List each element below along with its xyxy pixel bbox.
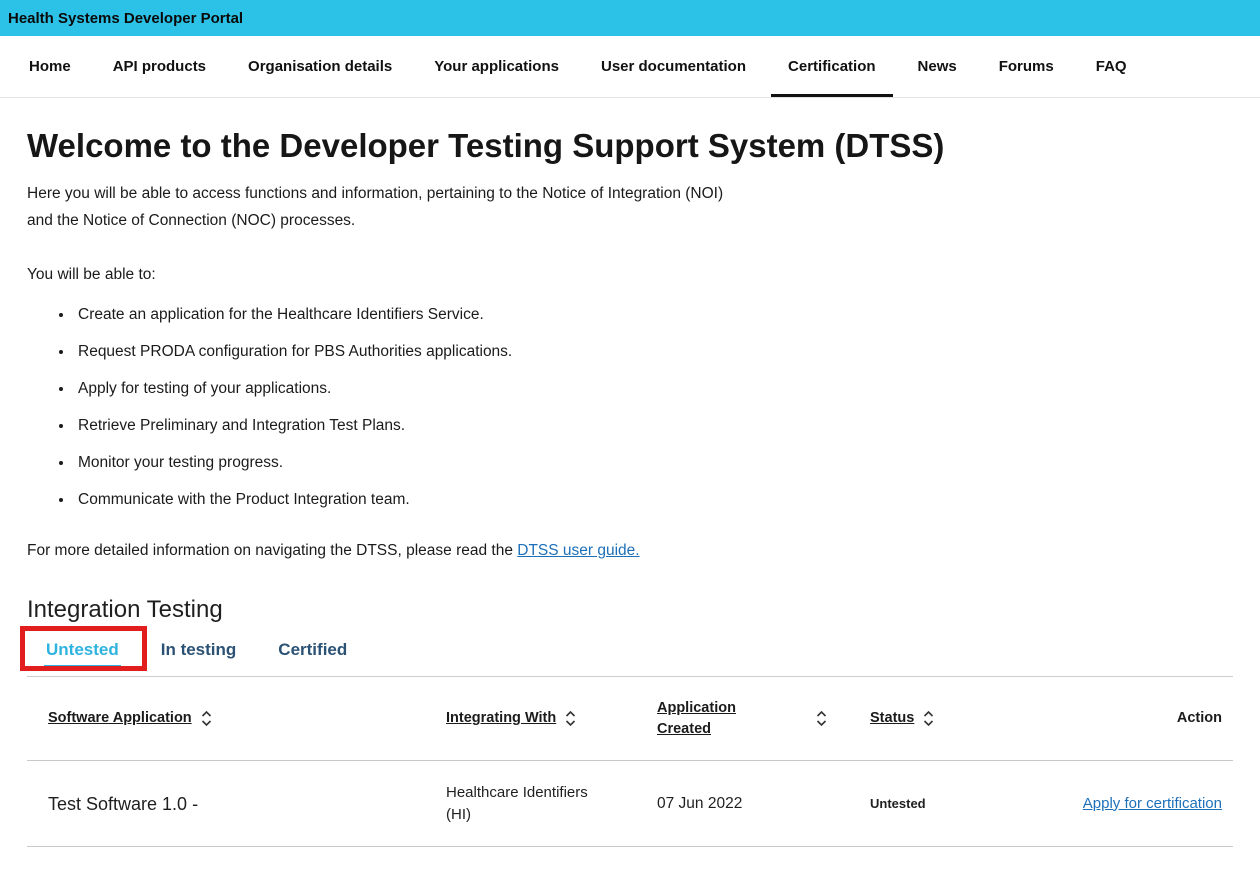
column-label: Application Created <box>657 698 751 740</box>
nav-item-faq[interactable]: FAQ <box>1094 36 1129 97</box>
sort-icon[interactable] <box>923 710 934 727</box>
apply-for-certification-link[interactable]: Apply for certification <box>1083 795 1222 812</box>
nav-item-certification[interactable]: Certification <box>786 36 878 97</box>
tab-untested[interactable]: Untested <box>44 640 121 668</box>
sort-icon[interactable] <box>201 710 212 727</box>
capabilities-list: Create an application for the Healthcare… <box>27 304 1233 510</box>
nav-item-news[interactable]: News <box>916 36 959 97</box>
nav-item-your-applications[interactable]: Your applications <box>432 36 561 97</box>
capabilities-heading: You will be able to: <box>27 262 1233 288</box>
sort-icon[interactable] <box>565 710 576 727</box>
page-title: Welcome to the Developer Testing Support… <box>27 126 1233 166</box>
guide-paragraph: For more detailed information on navigat… <box>27 538 1233 564</box>
sort-icon[interactable] <box>816 710 827 727</box>
column-label: Status <box>870 708 914 729</box>
capability-item: Monitor your testing progress. <box>74 452 1233 473</box>
capability-item: Retrieve Preliminary and Integration Tes… <box>74 415 1233 436</box>
cell-status: Untested <box>843 793 1046 815</box>
column-label: Action <box>1177 708 1222 729</box>
portal-title: Health Systems Developer Portal <box>8 10 243 27</box>
cell-action: Apply for certification <box>1046 793 1233 815</box>
guide-text: For more detailed information on navigat… <box>27 542 517 559</box>
column-header-software-application[interactable]: Software Application <box>27 708 419 729</box>
tab-in-testing[interactable]: In testing <box>159 640 239 668</box>
capability-item: Create an application for the Healthcare… <box>74 304 1233 325</box>
nav-item-forums[interactable]: Forums <box>997 36 1056 97</box>
cell-application-created: 07 Jun 2022 <box>630 793 843 815</box>
tab-certified[interactable]: Certified <box>276 640 349 668</box>
capability-item: Apply for testing of your applications. <box>74 378 1233 399</box>
nav-item-api-products[interactable]: API products <box>111 36 208 97</box>
integration-testing-heading: Integration Testing <box>27 594 1233 626</box>
cell-software-application: Test Software 1.0 - <box>27 793 419 815</box>
column-label: Software Application <box>48 708 192 729</box>
capability-item: Request PRODA configuration for PBS Auth… <box>74 341 1233 362</box>
nav-item-user-documentation[interactable]: User documentation <box>599 36 748 97</box>
nav-item-organisation-details[interactable]: Organisation details <box>246 36 394 97</box>
integration-tabs: Untested In testing Certified <box>27 640 1233 677</box>
column-header-integrating-with[interactable]: Integrating With <box>419 708 630 729</box>
dtss-user-guide-link[interactable]: DTSS user guide. <box>517 542 639 559</box>
column-header-status[interactable]: Status <box>843 708 1046 729</box>
applications-table: Software Application Integrating With Ap… <box>27 677 1233 847</box>
capability-item: Communicate with the Product Integration… <box>74 489 1233 510</box>
main-navigation: Home API products Organisation details Y… <box>0 36 1260 98</box>
table-header-row: Software Application Integrating With Ap… <box>27 677 1233 761</box>
top-bar: Health Systems Developer Portal <box>0 0 1260 36</box>
annotation-rectangle <box>20 626 147 671</box>
page-content: Welcome to the Developer Testing Support… <box>0 126 1260 847</box>
column-header-action: Action <box>1046 708 1233 729</box>
column-label: Integrating With <box>446 708 556 729</box>
intro-paragraph: Here you will be able to access function… <box>27 180 727 234</box>
table-row: Test Software 1.0 - Healthcare Identifie… <box>27 761 1233 847</box>
column-header-application-created[interactable]: Application Created <box>630 698 843 740</box>
nav-item-home[interactable]: Home <box>27 36 73 97</box>
cell-integrating-with: Healthcare Identifiers (HI) <box>419 782 609 826</box>
